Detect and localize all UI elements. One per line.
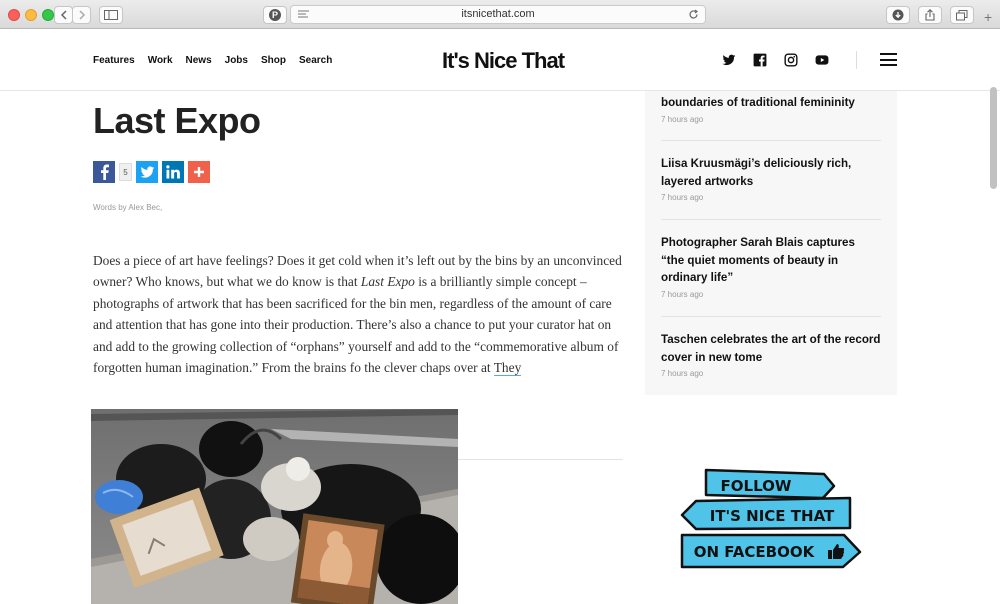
share-button[interactable] <box>918 6 942 24</box>
linkedin-icon <box>166 165 180 179</box>
pinterest-icon: P <box>269 9 281 21</box>
tabs-icon <box>956 9 968 20</box>
sidebar-divider <box>661 140 881 141</box>
sidebar-story-headline[interactable]: Liisa Kruusmägi’s deliciously rich, laye… <box>661 155 881 190</box>
article-body: Does a piece of art have feelings? Does … <box>93 250 628 378</box>
sidebar-story-headline[interactable]: Taschen celebrates the art of the record… <box>661 331 881 366</box>
instagram-icon[interactable] <box>784 53 798 67</box>
header-divider <box>856 51 857 69</box>
sidebar-toggle-button[interactable] <box>99 6 123 24</box>
chevron-left-icon <box>60 10 67 20</box>
nav-jobs[interactable]: Jobs <box>225 55 248 66</box>
url-text: itsnicethat.com <box>461 8 535 20</box>
chevron-right-icon <box>78 10 85 20</box>
address-bar[interactable]: itsnicethat.com <box>290 5 706 24</box>
banner-line-follow: FOLLOW <box>721 477 792 495</box>
nav-search[interactable]: Search <box>299 55 332 66</box>
article-photo <box>91 409 458 604</box>
reload-icon[interactable] <box>688 9 699 20</box>
nav-news[interactable]: News <box>186 55 212 66</box>
nav-features[interactable]: Features <box>93 55 135 66</box>
sidebar-icon <box>104 10 118 20</box>
social-links <box>722 53 829 67</box>
latest-news-sidebar: boundaries of traditional femininity 7 h… <box>645 91 897 395</box>
nav-work[interactable]: Work <box>148 55 173 66</box>
nav-shop[interactable]: Shop <box>261 55 286 66</box>
follow-facebook-banner[interactable]: FOLLOW IT'S NICE THAT ON FACEBOOK <box>676 466 866 570</box>
sidebar-story-headline[interactable]: Photographer Sarah Blais captures “the q… <box>661 234 881 287</box>
page-scrollbar[interactable] <box>990 87 997 189</box>
share-count: 5 <box>119 163 132 181</box>
article-byline: Words by Alex Bec, <box>93 203 163 212</box>
sidebar-divider <box>661 219 881 220</box>
sidebar-story-time: 7 hours ago <box>661 289 704 299</box>
show-tabs-button[interactable] <box>950 6 974 24</box>
sidebar-story-time: 7 hours ago <box>661 193 704 202</box>
sidebar-story-time: 7 hours ago <box>661 369 704 378</box>
forward-button[interactable] <box>72 6 91 24</box>
share-icon <box>925 9 935 21</box>
zoom-window-button[interactable] <box>42 9 54 21</box>
pinterest-button[interactable]: P <box>263 6 287 24</box>
body-emphasis: Last Expo <box>360 274 415 290</box>
site-header: Features Work News Jobs Shop Search It's… <box>0 29 1000 91</box>
twitter-share-button[interactable] <box>136 161 158 183</box>
facebook-share-button[interactable] <box>93 161 115 183</box>
content-divider <box>458 459 623 460</box>
minimize-window-button[interactable] <box>25 9 37 21</box>
sidebar-story-headline[interactable]: boundaries of traditional femininity <box>661 94 881 112</box>
close-window-button[interactable] <box>8 9 20 21</box>
sidebar-story-time: 7 hours ago <box>661 114 704 124</box>
plus-icon <box>194 167 204 177</box>
more-share-button[interactable] <box>188 161 210 183</box>
twitter-icon[interactable] <box>722 53 736 67</box>
facebook-icon <box>100 164 109 180</box>
downloads-button[interactable] <box>886 6 910 24</box>
download-icon <box>892 9 904 21</box>
browser-toolbar: P itsnicethat.com + <box>0 0 1000 29</box>
banner-line-brand: IT'S NICE THAT <box>710 507 835 525</box>
share-bar: 5 <box>93 161 210 183</box>
linkedin-share-button[interactable] <box>162 161 184 183</box>
site-logo[interactable]: It's Nice That <box>442 48 565 74</box>
new-tab-plus-icon[interactable]: + <box>984 9 992 25</box>
youtube-icon[interactable] <box>815 53 829 67</box>
twitter-icon <box>140 165 154 178</box>
sidebar-story[interactable]: Photographer Sarah Blais captures “the q… <box>661 234 881 299</box>
sidebar-story[interactable]: boundaries of traditional femininity 7 h… <box>661 94 881 124</box>
sidebar-story[interactable]: Taschen celebrates the art of the record… <box>661 331 881 378</box>
back-button[interactable] <box>54 6 73 24</box>
trash-artwork-illustration <box>91 409 458 604</box>
banner-line-facebook: ON FACEBOOK <box>694 543 816 561</box>
facebook-icon[interactable] <box>753 53 767 67</box>
main-nav: Features Work News Jobs Shop Search <box>93 55 332 66</box>
sidebar-story[interactable]: Liisa Kruusmägi’s deliciously rich, laye… <box>661 155 881 202</box>
article-title: Last Expo <box>93 100 261 141</box>
sidebar-divider <box>661 316 881 317</box>
they-link[interactable]: They <box>493 360 522 377</box>
body-text-2: is a brilliantly simple concept – photog… <box>93 274 619 376</box>
reader-icon <box>298 10 309 18</box>
menu-icon[interactable] <box>880 53 897 66</box>
